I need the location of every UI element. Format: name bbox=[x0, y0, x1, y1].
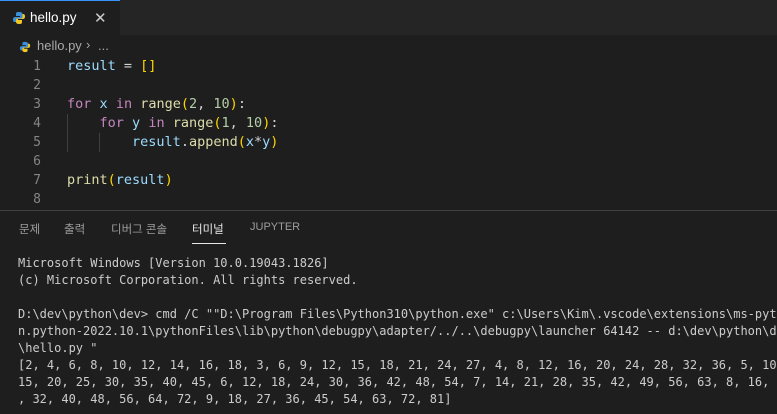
terminal-line: [2, 4, 6, 8, 10, 12, 14, 16, 18, 3, 6, 9… bbox=[18, 358, 777, 372]
python-file-icon bbox=[12, 11, 26, 30]
active-tab-indicator bbox=[192, 243, 226, 244]
code-line: 2 bbox=[0, 76, 777, 95]
tab-problems[interactable]: 문제 bbox=[19, 221, 40, 237]
code-line-text: print(result) bbox=[67, 172, 173, 188]
breadcrumb-more[interactable]: ... bbox=[98, 38, 109, 53]
terminal-line: 15, 20, 25, 30, 35, 40, 45, 6, 12, 18, 2… bbox=[18, 375, 777, 389]
editor-tab-bar: hello.py ✕ bbox=[0, 0, 777, 35]
tab-output[interactable]: 출력 bbox=[64, 221, 85, 237]
terminal-line: n.python-2022.10.1\pythonFiles\lib\pytho… bbox=[18, 324, 777, 338]
code-line-text: result = [] bbox=[67, 58, 157, 74]
terminal-line: D:\dev\python\dev> cmd /C ""D:\Program F… bbox=[18, 307, 777, 321]
terminal-line: ​ bbox=[18, 289, 773, 306]
code-line: 3 for x in range(2, 10): bbox=[0, 95, 777, 114]
line-number: 4 bbox=[33, 116, 41, 131]
bottom-panel: 문제 출력 디버그 콘솔 터미널 JUPYTER Microsoft Windo… bbox=[0, 210, 777, 414]
tab-debug-console[interactable]: 디버그 콘솔 bbox=[111, 221, 167, 237]
code-line: 1 result = [] bbox=[0, 57, 777, 76]
line-number: 5 bbox=[33, 135, 41, 150]
code-line-text: for y in range(1, 10): bbox=[99, 115, 279, 131]
tab-jupyter[interactable]: JUPYTER bbox=[250, 221, 300, 233]
code-editor[interactable]: 1 result = [] 2 3 for x in range(2, 10):… bbox=[0, 57, 777, 210]
breadcrumb: hello.py › ... bbox=[0, 35, 777, 57]
code-line: 7 print(result) bbox=[0, 171, 777, 190]
tab-terminal[interactable]: 터미널 bbox=[192, 221, 224, 237]
terminal-line: \hello.py " bbox=[18, 341, 98, 355]
code-line-text: result.append(x*y) bbox=[132, 134, 279, 150]
line-number: 3 bbox=[33, 97, 41, 112]
code-line: 6 bbox=[0, 152, 777, 171]
close-icon[interactable]: ✕ bbox=[94, 9, 107, 27]
line-number: 6 bbox=[33, 154, 41, 169]
terminal-line: (c) Microsoft Corporation. All rights re… bbox=[18, 273, 358, 287]
line-number: 1 bbox=[33, 59, 41, 74]
tab-label: hello.py bbox=[30, 10, 77, 25]
chevron-right-icon: › bbox=[86, 37, 91, 52]
code-line-text: for x in range(2, 10): bbox=[67, 96, 246, 112]
tab-hello-py[interactable]: hello.py ✕ bbox=[0, 0, 120, 35]
code-line: 8 bbox=[0, 190, 777, 209]
terminal-line: Microsoft Windows [Version 10.0.19043.18… bbox=[18, 256, 329, 270]
line-number: 8 bbox=[33, 192, 41, 207]
terminal-output[interactable]: Microsoft Windows [Version 10.0.19043.18… bbox=[18, 255, 777, 408]
breadcrumb-file[interactable]: hello.py bbox=[37, 38, 82, 53]
line-number: 2 bbox=[33, 78, 41, 93]
code-line: 4 for y in range(1, 10): bbox=[0, 114, 777, 133]
python-file-icon bbox=[19, 40, 31, 58]
line-number: 7 bbox=[33, 173, 41, 188]
code-line: 5 result.append(x*y) bbox=[0, 133, 777, 152]
terminal-line: , 32, 40, 48, 56, 64, 72, 9, 18, 27, 36,… bbox=[18, 392, 452, 406]
